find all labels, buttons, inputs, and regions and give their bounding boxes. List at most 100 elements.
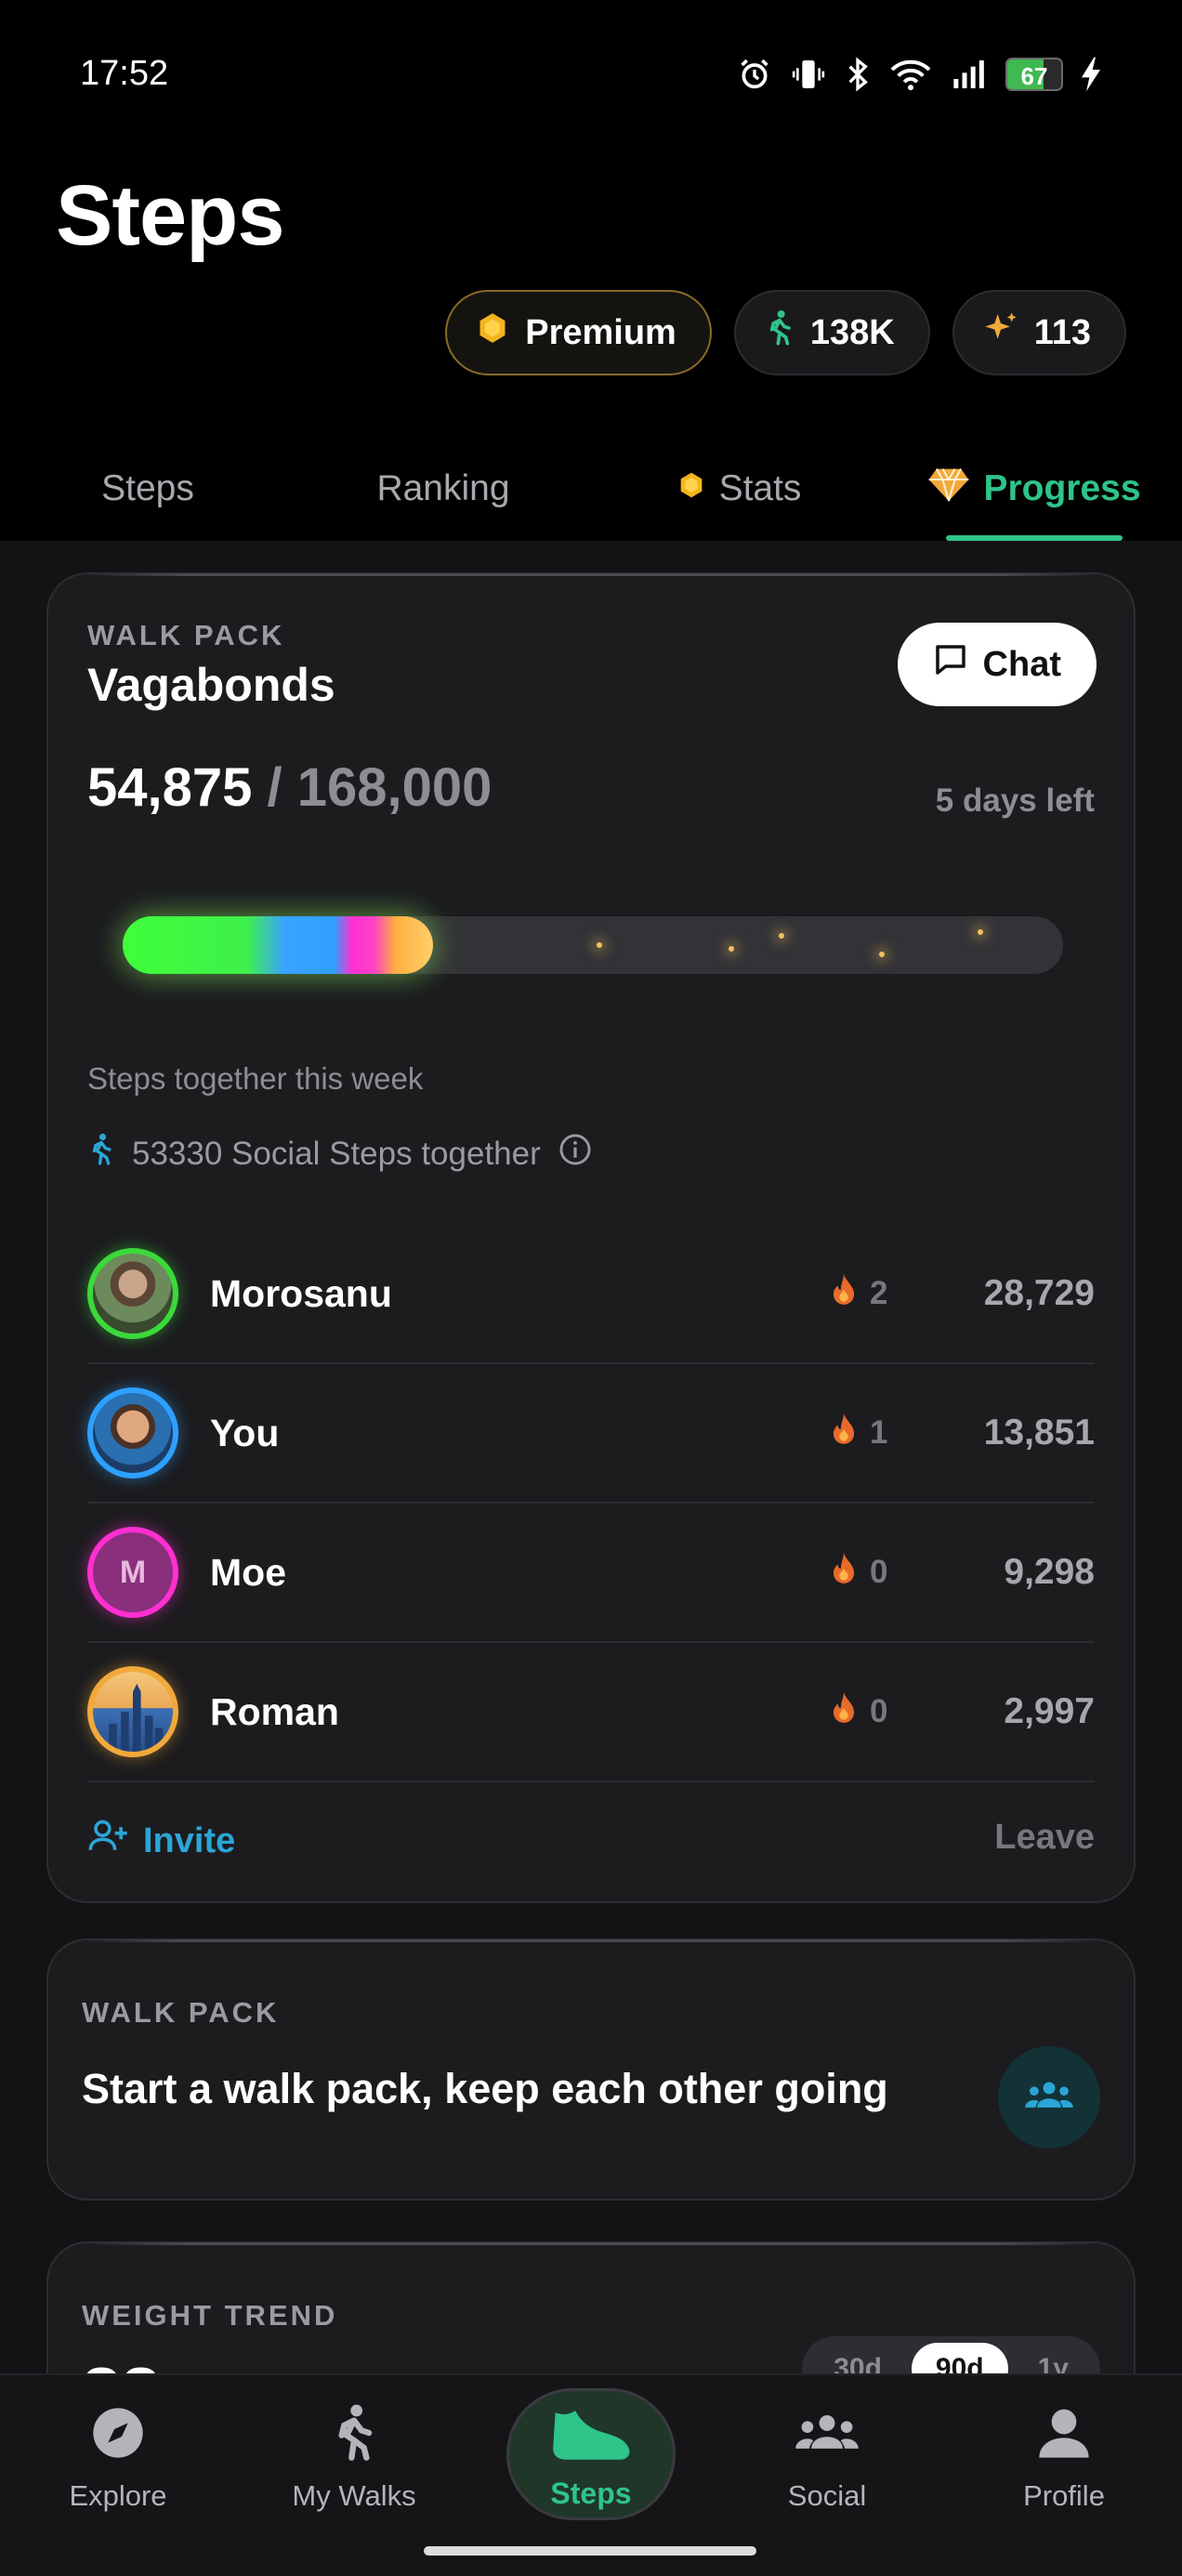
nav-my-walks[interactable]: My Walks (236, 2375, 472, 2561)
weight-trend-eyebrow: WEIGHT TREND (82, 2299, 338, 2332)
member-steps: 28,729 (983, 1273, 1095, 1313)
wifi-icon (888, 56, 933, 93)
pack-eyebrow: WALK PACK (87, 619, 285, 651)
tab-steps[interactable]: Steps (0, 437, 296, 541)
invite-button[interactable]: Invite (87, 1818, 235, 1864)
nav-explore[interactable]: Explore (0, 2375, 236, 2561)
member-row[interactable]: Roman 0 2,997 (87, 1643, 1095, 1782)
walker-icon (87, 1132, 115, 1176)
start-pack-card[interactable]: WALK PACK Start a walk pack, keep each o… (46, 1939, 1136, 2201)
tab-steps-label: Steps (101, 468, 194, 508)
flame-icon (829, 1690, 859, 1734)
streak-count: 2 (870, 1275, 888, 1311)
invite-label: Invite (143, 1820, 236, 1860)
premium-chip-label: Premium (525, 312, 676, 352)
tab-bar: Steps Ranking Stats Progress (0, 437, 1182, 541)
signal-icon (950, 56, 989, 93)
member-row[interactable]: You 1 13,851 (87, 1364, 1095, 1504)
nav-social[interactable]: Social (709, 2375, 945, 2561)
nav-steps[interactable]: Steps (473, 2375, 709, 2561)
nav-profile[interactable]: Profile (946, 2375, 1182, 2561)
tab-stats-label: Stats (718, 468, 802, 508)
nav-explore-label: Explore (69, 2479, 167, 2512)
sparkle-icon (982, 309, 1019, 356)
pack-name: Vagabonds (87, 659, 335, 711)
pack-progress-numbers: 54,875 / 168,000 (87, 756, 492, 819)
avatar-city (93, 1672, 173, 1752)
steps-total-label: 138K (809, 312, 895, 352)
info-icon[interactable] (558, 1132, 593, 1176)
weight-trend-card[interactable]: WEIGHT TREND 88 30d 90d 1y (46, 2241, 1136, 2373)
sparkle-count: 113 (1033, 312, 1091, 352)
alarm-icon (736, 56, 773, 93)
group-icon (1022, 2077, 1076, 2119)
walk-pack-card: WALK PACK Vagabonds Chat 54,875 / 168,00… (46, 572, 1136, 1903)
gem-icon (927, 466, 970, 512)
person-icon (1034, 2403, 1094, 2470)
chat-button-label: Chat (982, 644, 1061, 684)
member-name: Roman (210, 1689, 339, 1733)
battery-level: 67 (1020, 62, 1048, 90)
member-steps: 2,997 (1004, 1691, 1095, 1731)
create-pack-button[interactable] (998, 2046, 1100, 2149)
progress-content: WALK PACK Vagabonds Chat 54,875 / 168,00… (0, 541, 1182, 2373)
avatar-photo (93, 1254, 173, 1334)
shoe-icon (546, 2399, 636, 2475)
tab-progress[interactable]: Progress (886, 437, 1182, 541)
segment-30d[interactable]: 30d (809, 2343, 906, 2373)
charging-icon (1080, 56, 1102, 93)
segment-1y[interactable]: 1y (1014, 2343, 1093, 2373)
member-list: Morosanu 2 28,729 You 1 13,851 M Moe 0 9… (87, 1225, 1095, 1782)
hex-coin-icon (475, 310, 510, 355)
home-indicator[interactable] (424, 2546, 756, 2556)
nav-social-label: Social (787, 2479, 867, 2512)
tab-progress-label: Progress (983, 468, 1141, 508)
nav-profile-label: Profile (1023, 2479, 1105, 2512)
spark-dot (597, 942, 602, 948)
add-person-icon (87, 1818, 130, 1864)
segment-90d[interactable]: 90d (911, 2343, 1008, 2373)
steps-total-chip[interactable]: 138K (733, 290, 930, 375)
vibrate-icon (790, 56, 827, 93)
chat-button[interactable]: Chat (897, 623, 1097, 706)
member-steps: 13,851 (983, 1413, 1095, 1452)
avatar (87, 1248, 178, 1339)
premium-chip[interactable]: Premium (445, 290, 712, 375)
spark-dot (729, 946, 734, 952)
member-name: Morosanu (210, 1271, 392, 1315)
group-icon (792, 2403, 862, 2470)
member-row[interactable]: M Moe 0 9,298 (87, 1504, 1095, 1643)
status-icons: 67 (736, 56, 1102, 93)
pack-progress-bar (123, 916, 1063, 974)
weight-value: 88 (82, 2353, 161, 2373)
hex-coin-icon (676, 468, 706, 509)
tab-ranking[interactable]: Ranking (296, 437, 591, 541)
nav-steps-label: Steps (550, 2476, 632, 2510)
together-label: Steps together this week (87, 1061, 424, 1096)
sparkle-chip[interactable]: 113 (952, 290, 1126, 375)
spark-dot (879, 952, 885, 957)
compass-icon (88, 2403, 148, 2470)
bluetooth-icon (844, 56, 872, 93)
page-title: Steps (56, 168, 285, 263)
status-time: 17:52 (80, 54, 169, 93)
member-steps: 9,298 (1004, 1552, 1095, 1592)
range-segmented-control: 30d 90d 1y (802, 2336, 1100, 2373)
nav-my-walks-label: My Walks (292, 2479, 416, 2512)
leave-button[interactable]: Leave (994, 1818, 1095, 1858)
tab-ranking-label: Ranking (376, 468, 510, 508)
avatar (87, 1666, 178, 1757)
tab-stats[interactable]: Stats (591, 437, 886, 541)
pack-progress-fill (123, 916, 433, 974)
member-name: Moe (210, 1550, 286, 1594)
start-pack-title: Start a walk pack, keep each other going (82, 2065, 888, 2112)
flame-icon (829, 1272, 859, 1316)
avatar-initial: M (93, 1532, 173, 1612)
avatar: M (87, 1527, 178, 1618)
avatar (87, 1387, 178, 1479)
flame-icon (829, 1551, 859, 1595)
member-row[interactable]: Morosanu 2 28,729 (87, 1225, 1095, 1364)
walker-icon (764, 309, 795, 356)
days-left: 5 days left (935, 782, 1095, 819)
spark-dot (779, 933, 784, 939)
